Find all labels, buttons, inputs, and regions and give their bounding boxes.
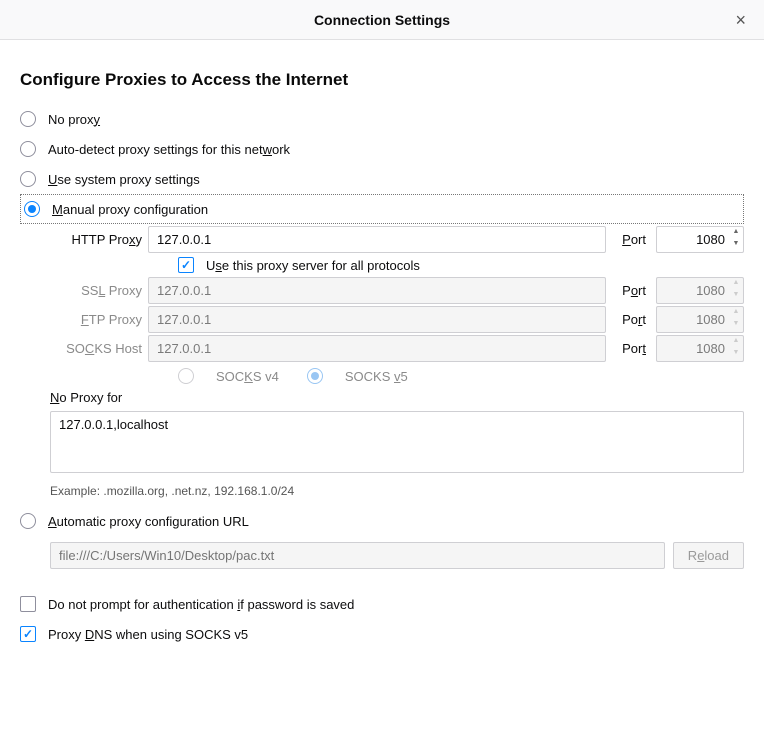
label-manual-proxy: Manual proxy configuration (52, 202, 208, 217)
close-icon[interactable]: × (727, 7, 754, 33)
no-proxy-for-label: No Proxy for (50, 390, 744, 405)
radio-system-proxy[interactable] (20, 171, 36, 187)
socks-port-spinner: ▲▼ (730, 337, 742, 360)
no-proxy-for-textarea[interactable] (50, 411, 744, 473)
no-prompt-row[interactable]: Do not prompt for authentication if pass… (20, 589, 744, 619)
radio-autoconfig[interactable] (20, 513, 36, 529)
section-title: Configure Proxies to Access the Internet (20, 70, 744, 90)
socks-proxy-label: SOCKS Host (50, 341, 142, 356)
title-bar: Connection Settings × (0, 0, 764, 40)
socks-proxy-input (148, 335, 606, 362)
socks-version-row: SOCKS v4 SOCKS v5 (178, 368, 744, 384)
autoconfig-url-input (50, 542, 665, 569)
radio-no-proxy[interactable] (20, 111, 36, 127)
autoconfig-row: Reload (50, 542, 744, 569)
option-autoconfig[interactable]: Automatic proxy configuration URL (20, 506, 744, 536)
label-auto-detect: Auto-detect proxy settings for this netw… (48, 142, 290, 157)
http-port-label: Port (612, 232, 650, 247)
http-proxy-label: HTTP Proxy (50, 232, 142, 247)
radio-manual-proxy[interactable] (24, 201, 40, 217)
use-for-all-checkbox[interactable] (178, 257, 194, 273)
proxy-dns-checkbox[interactable] (20, 626, 36, 642)
label-no-proxy: No proxy (48, 112, 100, 127)
http-proxy-row: HTTP Proxy Port ▲▼ (50, 226, 744, 253)
no-proxy-for-block: No Proxy for Example: .mozilla.org, .net… (50, 390, 744, 498)
window-title: Connection Settings (314, 12, 450, 28)
ssl-port-spinner: ▲▼ (730, 279, 742, 302)
ftp-proxy-input (148, 306, 606, 333)
option-no-proxy[interactable]: No proxy (20, 104, 744, 134)
option-manual-proxy[interactable]: Manual proxy configuration (20, 194, 744, 224)
label-socks-v5: SOCKS v5 (345, 369, 408, 384)
no-prompt-label: Do not prompt for authentication if pass… (48, 597, 354, 612)
option-auto-detect[interactable]: Auto-detect proxy settings for this netw… (20, 134, 744, 164)
radio-socks-v4 (178, 368, 194, 384)
ftp-port-label: Port (612, 312, 650, 327)
ssl-proxy-input (148, 277, 606, 304)
use-for-all-row[interactable]: Use this proxy server for all protocols (178, 257, 744, 273)
use-for-all-label: Use this proxy server for all protocols (206, 258, 420, 273)
proxy-dns-label: Proxy DNS when using SOCKS v5 (48, 627, 248, 642)
http-proxy-input[interactable] (148, 226, 606, 253)
proxy-dns-row[interactable]: Proxy DNS when using SOCKS v5 (20, 619, 744, 649)
reload-button: Reload (673, 542, 744, 569)
no-proxy-example: Example: .mozilla.org, .net.nz, 192.168.… (50, 484, 744, 498)
radio-auto-detect[interactable] (20, 141, 36, 157)
ftp-proxy-row: FTP Proxy Port ▲▼ (50, 306, 744, 333)
radio-socks-v5 (307, 368, 323, 384)
no-prompt-checkbox[interactable] (20, 596, 36, 612)
content-area: Configure Proxies to Access the Internet… (0, 40, 764, 659)
label-socks-v4: SOCKS v4 (216, 369, 279, 384)
ftp-port-spinner: ▲▼ (730, 308, 742, 331)
option-system-proxy[interactable]: Use system proxy settings (20, 164, 744, 194)
ssl-proxy-label: SSL Proxy (50, 283, 142, 298)
ftp-proxy-label: FTP Proxy (50, 312, 142, 327)
label-system-proxy: Use system proxy settings (48, 172, 200, 187)
ssl-port-label: Port (612, 283, 650, 298)
http-port-spinner[interactable]: ▲▼ (730, 228, 742, 251)
label-autoconfig: Automatic proxy configuration URL (48, 514, 249, 529)
ssl-proxy-row: SSL Proxy Port ▲▼ (50, 277, 744, 304)
socks-port-label: Port (612, 341, 650, 356)
manual-proxy-block: HTTP Proxy Port ▲▼ Use this proxy server… (50, 226, 744, 384)
socks-proxy-row: SOCKS Host Port ▲▼ (50, 335, 744, 362)
